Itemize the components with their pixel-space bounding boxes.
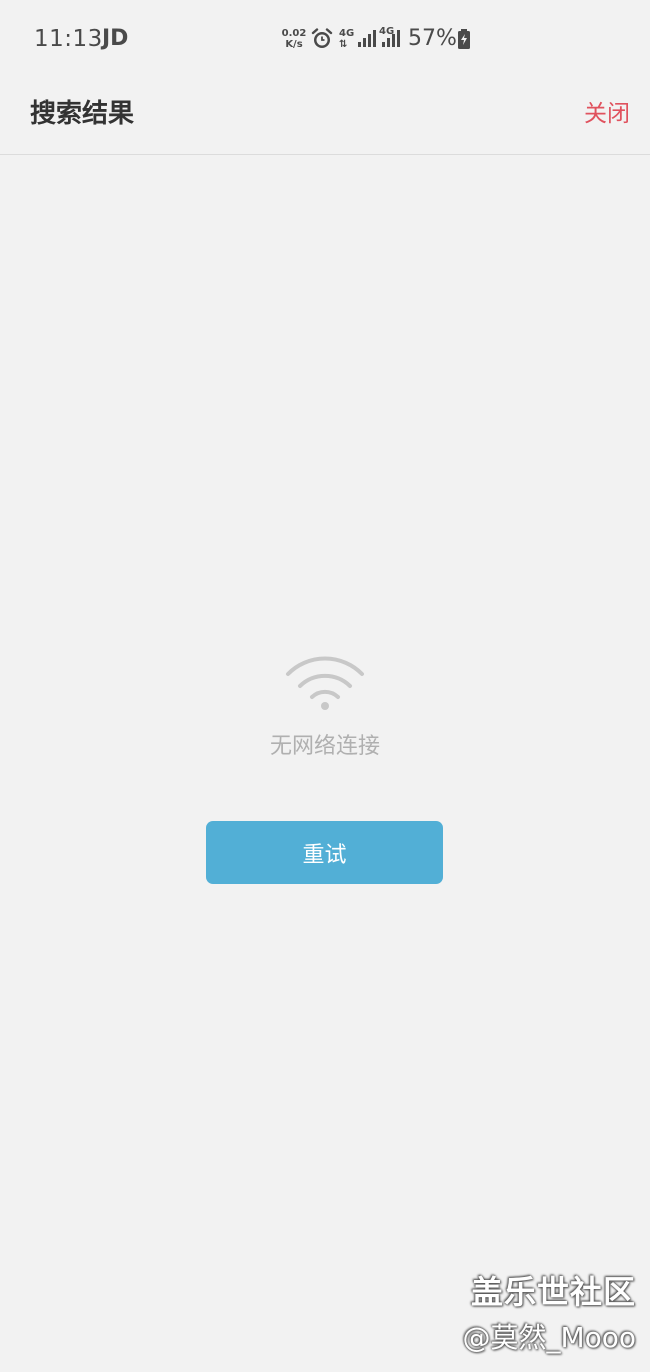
signal-icon-2: [382, 30, 400, 47]
network-speed-value: 0.02: [281, 28, 307, 39]
status-time: 11:13: [34, 26, 103, 52]
wifi-icon: [286, 656, 364, 710]
network-speed-unit: K/s: [285, 39, 303, 50]
alarm-icon: [311, 28, 333, 48]
status-bar: 11:13 JD 0.02 K/s 4G ⇅ 4G 57%: [0, 0, 650, 76]
header-bar: 搜索结果 关闭: [0, 76, 650, 155]
watermark: 盖乐世社区 @莫然_Mooo: [462, 1272, 636, 1358]
watermark-brand: 盖乐世社区: [470, 1273, 636, 1311]
network-type-1: 4G ⇅: [339, 28, 354, 50]
battery-percent: 57%: [408, 26, 457, 51]
jd-app-icon: JD: [102, 26, 129, 51]
network-type-1-label: 4G: [339, 28, 355, 39]
signal-icon: [358, 30, 376, 47]
close-button[interactable]: 关闭: [584, 94, 630, 128]
retry-button[interactable]: 重试: [206, 821, 443, 884]
data-arrows-icon: ⇅: [339, 39, 348, 50]
page-title: 搜索结果: [30, 99, 135, 129]
battery-charging-icon: [458, 29, 470, 49]
watermark-author: @莫然_Mooo: [462, 1321, 636, 1354]
network-speed: 0.02 K/s: [280, 28, 308, 50]
no-network-message: 无网络连接: [269, 734, 380, 759]
screen: 11:13 JD 0.02 K/s 4G ⇅ 4G 57% 搜索结果 关闭 无网…: [0, 0, 650, 1372]
